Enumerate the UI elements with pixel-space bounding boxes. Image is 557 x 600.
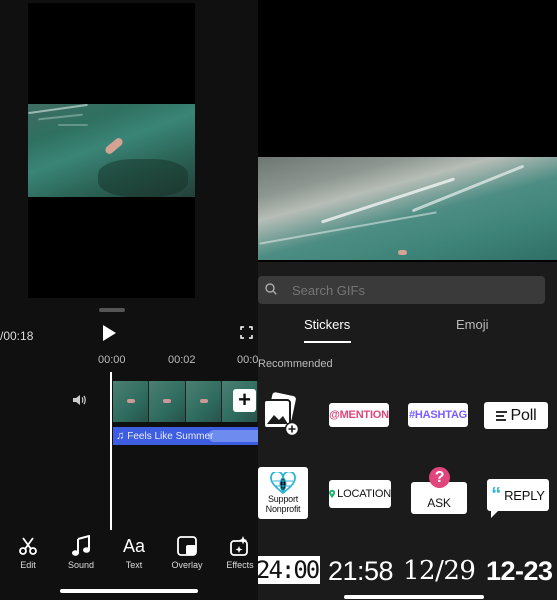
tool-label: Sound: [67, 560, 95, 570]
tab-stickers[interactable]: Stickers: [304, 317, 350, 332]
clock-sticker[interactable]: 21:58: [328, 556, 394, 587]
support-text: Support: [267, 494, 299, 504]
tool-label: Edit: [20, 560, 36, 570]
clip-thumbnail: [185, 381, 222, 422]
tool-edit[interactable]: Edit: [3, 535, 53, 570]
poll-icon: [495, 410, 507, 421]
section-title: Recommended: [258, 358, 333, 370]
music-note-icon: [72, 535, 90, 556]
digital-clock-sticker[interactable]: 24:00: [258, 556, 320, 584]
sticker-panel: Stickers Emoji Recommended @MENTION #HAS…: [258, 0, 557, 600]
text-icon: Aa: [122, 535, 146, 556]
preview-frame: [28, 104, 195, 197]
tool-label: Effects: [226, 560, 254, 570]
quote-icon: “: [491, 484, 502, 506]
background-video-frame: [258, 157, 557, 260]
audio-waveform: [208, 430, 258, 442]
timeline-tick: 00:00: [98, 354, 126, 366]
play-button[interactable]: [103, 325, 116, 341]
kayak-boat: [103, 136, 125, 156]
location-pin-icon: [329, 489, 336, 499]
overlay-icon: [177, 536, 197, 556]
heart-globe-icon: [270, 472, 296, 494]
music-note-icon: ♫: [116, 430, 125, 442]
mention-text: @MENTION: [329, 409, 389, 421]
tab-emoji[interactable]: Emoji: [456, 317, 489, 332]
sticker-sheet: Stickers Emoji Recommended @MENTION #HAS…: [258, 262, 557, 600]
home-indicator: [344, 595, 484, 599]
date-dash-sticker[interactable]: 12-23: [486, 556, 553, 587]
tool-label: Text: [125, 560, 143, 570]
playhead[interactable]: [110, 372, 112, 530]
timecode: /00:18: [0, 329, 34, 343]
location-text: LOCATION: [337, 488, 391, 500]
location-sticker[interactable]: LOCATION: [329, 480, 391, 508]
drag-handle[interactable]: [99, 308, 125, 312]
tool-sound[interactable]: Sound: [56, 535, 106, 570]
poll-text: Poll: [510, 406, 537, 424]
support-nonprofit-sticker[interactable]: Support Nonprofit: [258, 467, 308, 519]
fullscreen-icon[interactable]: [240, 326, 253, 339]
audio-track-label: Feels Like Summer: [127, 430, 214, 442]
tool-text[interactable]: Aa Text: [109, 535, 159, 571]
date-sticker[interactable]: 12/29: [403, 556, 476, 586]
hashtag-sticker[interactable]: #HASHTAG: [408, 403, 468, 427]
speech-tail: [491, 510, 499, 518]
scissors-icon: [19, 537, 37, 555]
search-icon: [265, 283, 277, 295]
add-clip-button[interactable]: +: [233, 389, 256, 412]
ask-sticker[interactable]: ? ASK: [411, 467, 467, 514]
tool-effects[interactable]: Effects: [215, 535, 258, 570]
search-input[interactable]: [290, 276, 534, 306]
video-preview[interactable]: [28, 3, 195, 298]
tool-overlay[interactable]: Overlay: [162, 535, 212, 570]
hashtag-text: #HASHTAG: [408, 409, 468, 421]
clip-thumbnail: [113, 381, 150, 422]
poll-sticker[interactable]: Poll: [484, 402, 548, 429]
home-indicator: [60, 589, 198, 593]
editor-panel: /00:18 00:00 00:02 00:0 + ♫ Feels Like S…: [0, 0, 258, 600]
nonprofit-text: Nonprofit: [265, 504, 301, 514]
reply-sticker[interactable]: “ REPLY: [487, 479, 549, 518]
clip-thumbnail: [149, 381, 186, 422]
audio-track[interactable]: ♫ Feels Like Summer: [113, 427, 258, 445]
gallery-sticker[interactable]: [262, 392, 302, 437]
ask-text: ASK: [427, 496, 451, 510]
tool-label: Overlay: [171, 560, 203, 570]
mention-sticker[interactable]: @MENTION: [329, 403, 389, 427]
bottom-toolbar: Edit Sound Aa Text Overlay Effects: [0, 535, 258, 579]
reef-shadow: [98, 159, 188, 197]
active-tab-indicator: [304, 341, 351, 343]
timeline-tick: 00:02: [168, 354, 196, 366]
effects-icon: [230, 536, 248, 556]
kayak-boat: [398, 250, 407, 255]
question-mark-icon: ?: [429, 467, 450, 488]
speaker-icon[interactable]: [71, 392, 87, 408]
search-bar[interactable]: [258, 276, 545, 306]
timeline-tick: 00:0: [237, 354, 258, 366]
reply-text: REPLY: [504, 487, 545, 503]
photo-add-icon: [263, 392, 300, 437]
